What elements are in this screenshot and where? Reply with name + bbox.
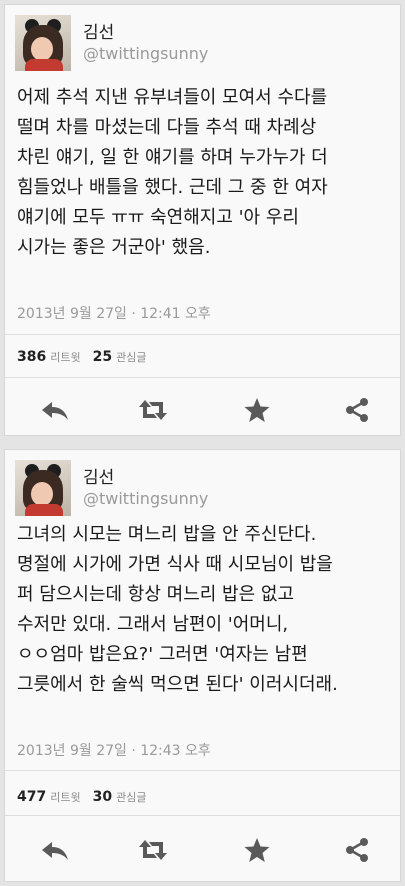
tweet-actions	[5, 830, 400, 870]
tweet-card[interactable]: 김선 @twittingsunny 그녀의 시모는 며느리 밥을 안 주신단다.…	[4, 449, 401, 882]
share-icon[interactable]	[341, 394, 373, 426]
retweet-count-label: 리트윗	[50, 351, 81, 364]
favorite-star-icon[interactable]	[241, 834, 273, 866]
retweet-count[interactable]: 386	[17, 349, 46, 365]
tweet-text: 그녀의 시모는 며느리 밥을 안 주신단다. 명절에 시가에 가면 식사 때 시…	[17, 524, 338, 695]
divider	[5, 334, 400, 335]
divider	[5, 815, 400, 816]
tweet-actions	[5, 390, 400, 430]
tweet-stats: 386 리트윗 25 관심글	[17, 349, 158, 365]
tweet-text: 어제 추석 지낸 유부녀들이 모여서 수다를 떨며 차를 마셨는데 다들 추석 …	[17, 87, 328, 258]
avatar[interactable]	[15, 15, 71, 71]
retweet-count-label: 리트윗	[50, 791, 81, 804]
share-icon[interactable]	[341, 834, 373, 866]
reply-icon[interactable]	[39, 834, 71, 866]
user-handle[interactable]: @twittingsunny	[83, 44, 208, 63]
retweet-icon[interactable]	[137, 834, 169, 866]
reply-icon[interactable]	[39, 394, 71, 426]
favorite-count[interactable]: 25	[93, 349, 112, 365]
favorite-count-label: 관심글	[116, 351, 147, 364]
tweet-card[interactable]: 김선 @twittingsunny 어제 추석 지낸 유부녀들이 모여서 수다를…	[4, 4, 401, 436]
user-handle[interactable]: @twittingsunny	[83, 489, 208, 508]
avatar[interactable]	[15, 460, 71, 516]
tweet-timestamp: 2013년 9월 27일 · 12:43 오후	[17, 743, 211, 759]
favorite-star-icon[interactable]	[241, 394, 273, 426]
retweet-icon[interactable]	[137, 394, 169, 426]
favorite-count[interactable]: 30	[93, 789, 112, 805]
tweet-timestamp: 2013년 9월 27일 · 12:41 오후	[17, 306, 211, 322]
divider	[5, 377, 400, 378]
favorite-count-label: 관심글	[116, 791, 147, 804]
tweet-stats: 477 리트윗 30 관심글	[17, 789, 158, 805]
user-name[interactable]: 김선	[83, 18, 114, 43]
divider	[5, 770, 400, 771]
user-name[interactable]: 김선	[83, 463, 114, 488]
retweet-count[interactable]: 477	[17, 789, 46, 805]
